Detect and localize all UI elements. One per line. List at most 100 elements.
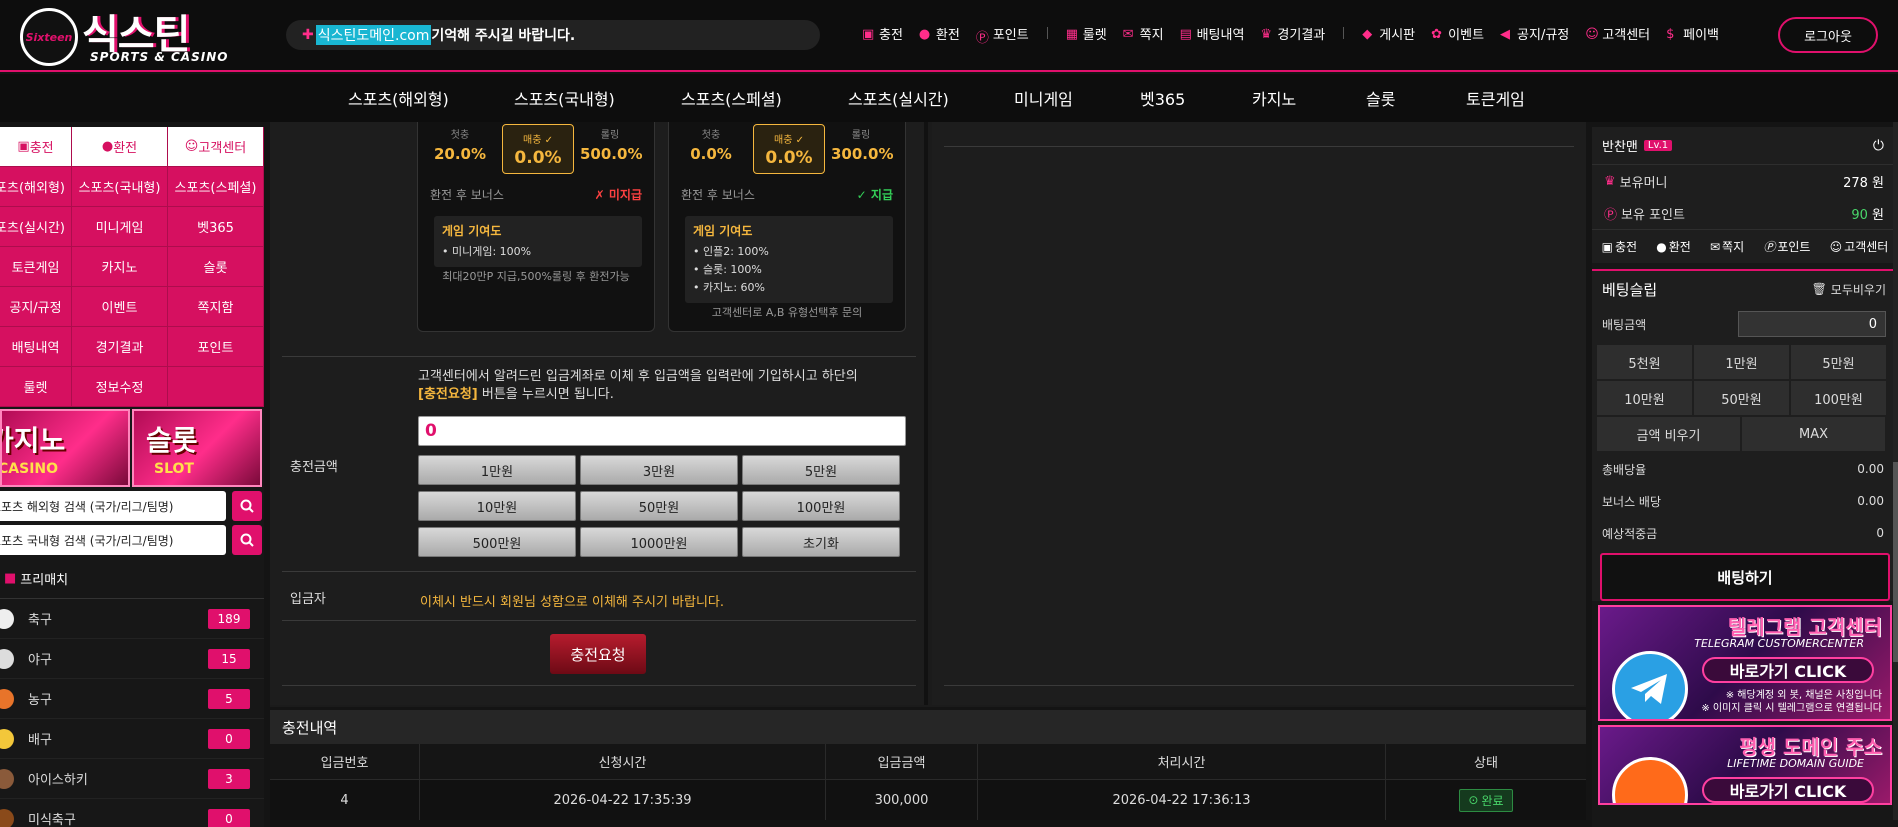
- left-menu-sports-domestic[interactable]: 스포츠(국내형): [72, 167, 168, 207]
- left-menu-bet-history[interactable]: 배팅내역: [0, 327, 72, 367]
- charge-request-button[interactable]: 충전요청: [550, 634, 646, 674]
- bet-slip: 베팅슬립 🗑모두비우기 배팅금액 0 5천원 1만원 5만원 10만원 50만원…: [1592, 269, 1898, 601]
- sport-count: 0: [208, 729, 250, 749]
- trophy-icon: ♛: [1260, 27, 1274, 41]
- nav-sports-domestic[interactable]: 스포츠(국내형): [514, 86, 615, 110]
- quick-exchange[interactable]: ●환전: [1656, 238, 1691, 255]
- left-menu-exchange[interactable]: ●환전: [72, 127, 168, 167]
- left-menu-sports-overseas[interactable]: 스포츠(해외형): [0, 167, 72, 207]
- quick-message[interactable]: ✉쪽지: [1710, 238, 1744, 255]
- search-domestic-button[interactable]: [232, 525, 262, 555]
- left-menu-casino[interactable]: 카지노: [72, 247, 168, 287]
- quick-amount-50k[interactable]: 5만원: [742, 455, 900, 485]
- logo[interactable]: Sixteen 식스틴 SPORTS & CASINO: [20, 6, 230, 66]
- nav-bet365[interactable]: 벳365: [1140, 86, 1185, 110]
- bet-amount-1m[interactable]: 100만원: [1791, 381, 1886, 415]
- left-menu-sports-special[interactable]: 스포츠(스페셜): [168, 167, 264, 207]
- left-menu-messages[interactable]: 쪽지함: [168, 287, 264, 327]
- casino-banner[interactable]: 카지노 CASINO: [0, 409, 130, 487]
- left-menu-point[interactable]: 포인트: [168, 327, 264, 367]
- quick-amount-10m[interactable]: 1000만원: [580, 527, 738, 557]
- quick-amount-1m[interactable]: 100만원: [742, 491, 900, 521]
- quick-amount-30k[interactable]: 3만원: [580, 455, 738, 485]
- clear-amount-button[interactable]: 금액 비우기: [1597, 417, 1740, 451]
- topmenu-support[interactable]: ☺고객센터: [1585, 24, 1650, 43]
- topmenu-results[interactable]: ♛경기결과: [1260, 24, 1325, 43]
- bet-amount-50k[interactable]: 5만원: [1791, 345, 1886, 379]
- left-menu-token-game[interactable]: 토큰게임: [0, 247, 72, 287]
- nav-minigame[interactable]: 미니게임: [1014, 86, 1073, 110]
- bet-slip-header: 베팅슬립 🗑모두비우기: [1592, 271, 1898, 307]
- sport-item[interactable]: 농구5: [0, 679, 264, 719]
- sport-item[interactable]: 아이스하키3: [0, 759, 264, 799]
- max-button[interactable]: MAX: [1742, 417, 1885, 451]
- topmenu-notice[interactable]: ◀공지/규정: [1500, 24, 1569, 43]
- clear-all-button[interactable]: 🗑모두비우기: [1812, 281, 1886, 298]
- bet-amount-500k[interactable]: 50만원: [1694, 381, 1789, 415]
- sport-item[interactable]: 야구15: [0, 639, 264, 679]
- nav-slot[interactable]: 슬롯: [1366, 86, 1395, 110]
- topmenu-point[interactable]: Ⓟ포인트: [976, 24, 1029, 43]
- search-overseas-button[interactable]: [232, 491, 262, 521]
- bonus-card-b[interactable]: 첫충0.0% 매충 ✓0.0% 롤링300.0% 환전 후 보너스✓ 지급 게임…: [668, 122, 906, 332]
- nav-casino[interactable]: 카지노: [1252, 86, 1296, 110]
- scrollbar[interactable]: [1893, 122, 1898, 820]
- bet-amount-100k[interactable]: 10만원: [1597, 381, 1692, 415]
- topmenu-payback[interactable]: $페이백: [1666, 24, 1719, 43]
- left-menu-support[interactable]: ☺고객센터: [168, 127, 264, 167]
- charge-amount-input[interactable]: 0: [418, 416, 906, 446]
- power-icon[interactable]: ⏻: [1873, 138, 1884, 154]
- sport-item[interactable]: 배구0: [0, 719, 264, 759]
- search-overseas-input[interactable]: 스포츠 해외형 검색 (국가/리그/팀명): [0, 491, 226, 521]
- telegram-banner[interactable]: 텔레그램 고객센터 TELEGRAM CUSTOMERCENTER 바로가기 C…: [1598, 605, 1892, 721]
- bet-amount-10k[interactable]: 1만원: [1694, 345, 1789, 379]
- logo-subtitle: SPORTS & CASINO: [90, 50, 228, 64]
- quick-amount-5m[interactable]: 500만원: [418, 527, 576, 557]
- left-menu-roulette[interactable]: 룰렛: [0, 367, 72, 407]
- quick-charge[interactable]: ▣충전: [1602, 238, 1637, 255]
- left-menu-event[interactable]: 이벤트: [72, 287, 168, 327]
- nav-sports-overseas[interactable]: 스포츠(해외형): [348, 86, 449, 110]
- topmenu-board[interactable]: ◆게시판: [1362, 24, 1415, 43]
- quick-point[interactable]: Ⓟ포인트: [1763, 238, 1810, 255]
- bonus-card-a[interactable]: 첫충20.0% 매충 ✓0.0% 롤링500.0% 환전 후 보너스✗ 미지급 …: [417, 122, 655, 332]
- scrollbar-thumb[interactable]: [1893, 462, 1898, 662]
- nav-token-game[interactable]: 토큰게임: [1466, 86, 1525, 110]
- topmenu-exchange[interactable]: ●환전: [919, 24, 960, 43]
- first-charge-stat: 첫충0.0%: [681, 126, 741, 163]
- nav-sports-live[interactable]: 스포츠(실시간): [848, 86, 949, 110]
- quick-support[interactable]: ☺고객센터: [1830, 238, 1889, 255]
- bonus-after-exchange: 환전 후 보너스✓ 지급: [681, 186, 893, 203]
- left-menu-slot[interactable]: 슬롯: [168, 247, 264, 287]
- sport-list: 축구189야구15농구5배구0아이스하키3미식축구0: [0, 599, 264, 827]
- place-bet-button[interactable]: 배팅하기: [1600, 553, 1890, 601]
- domain-banner[interactable]: 평생 도메인 주소 LIFETIME DOMAIN GUIDE 바로가기 CLI…: [1598, 725, 1892, 805]
- left-menu-minigame[interactable]: 미니게임: [72, 207, 168, 247]
- reset-amount-button[interactable]: 초기화: [742, 527, 900, 557]
- topmenu-bet-history[interactable]: ▤배팅내역: [1180, 24, 1245, 43]
- top-header: Sixteen 식스틴 SPORTS & CASINO ✚ 식스틴도메인.com…: [0, 0, 1898, 72]
- topmenu-charge[interactable]: ▣충전: [862, 24, 903, 43]
- quick-amount-100k[interactable]: 10만원: [418, 491, 576, 521]
- quick-amount-10k[interactable]: 1만원: [418, 455, 576, 485]
- topmenu-event[interactable]: ✿이벤트: [1431, 24, 1484, 43]
- sport-item[interactable]: 미식축구0: [0, 799, 264, 827]
- left-menu-bet365[interactable]: 벳365: [168, 207, 264, 247]
- bet-amount-input[interactable]: 0: [1738, 311, 1886, 337]
- left-menu-notice[interactable]: 공지/규정: [0, 287, 72, 327]
- sport-item[interactable]: 축구189: [0, 599, 264, 639]
- depositor-note: 이체시 반드시 회원님 성함으로 이체해 주시기 바랍니다.: [420, 591, 724, 610]
- left-menu-results[interactable]: 경기결과: [72, 327, 168, 367]
- prematch-header[interactable]: ■프리매치: [0, 559, 264, 599]
- bet-amount-5k[interactable]: 5천원: [1597, 345, 1692, 379]
- topmenu-roulette[interactable]: ▦룰렛: [1066, 24, 1107, 43]
- topmenu-message[interactable]: ✉쪽지: [1123, 24, 1164, 43]
- logout-button[interactable]: 로그아웃: [1778, 17, 1878, 53]
- nav-sports-special[interactable]: 스포츠(스페셜): [681, 86, 782, 110]
- slot-banner[interactable]: 슬롯 SLOT: [132, 409, 262, 487]
- left-menu-sports-live[interactable]: 스포츠(실시간): [0, 207, 72, 247]
- quick-amount-500k[interactable]: 50만원: [580, 491, 738, 521]
- left-menu-profile[interactable]: 정보수정: [72, 367, 168, 407]
- search-domestic-input[interactable]: 스포츠 국내형 검색 (국가/리그/팀명): [0, 525, 226, 555]
- left-menu-charge[interactable]: ▣충전: [0, 127, 72, 167]
